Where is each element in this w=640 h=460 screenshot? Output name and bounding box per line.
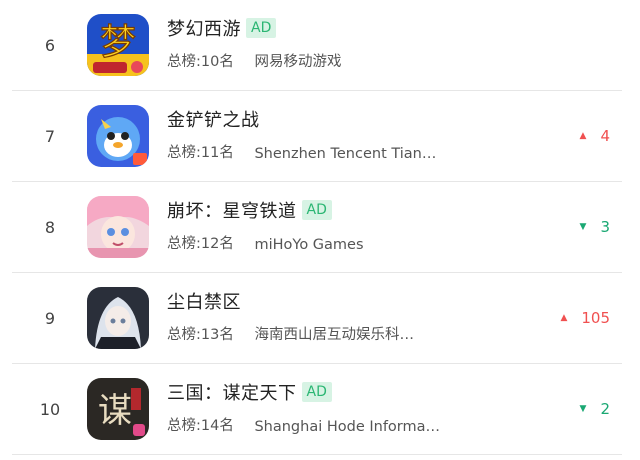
list-item[interactable]: 9 尘白禁区 总榜:13名 海南西山居互动娱乐科… ▲ 105	[12, 273, 622, 364]
rank-change: ▼ 2	[580, 364, 610, 455]
rank-number: 9	[44, 309, 56, 328]
rank-change-value: 3	[600, 218, 610, 236]
rank-change: ▲ 105	[560, 273, 610, 364]
publisher: 海南西山居互动娱乐科…	[254, 327, 414, 343]
list-item[interactable]: 6 梦 梦幻西游 AD 总榜:10名 网易移动游戏	[12, 0, 622, 91]
rank-number: 10	[39, 400, 61, 419]
rank-change-value: 105	[581, 309, 610, 327]
rank-change-value: 4	[600, 127, 610, 145]
chart-rank: 总榜:11名	[167, 145, 234, 161]
list-item[interactable]: 7 金铲铲之战 总榜:11名 Shenzhen Tencent Tian… ▲ …	[12, 91, 622, 182]
svg-text:谋: 谋	[98, 391, 132, 431]
chart-rank: 总榜:10名	[167, 54, 234, 70]
publisher: 网易移动游戏	[254, 54, 342, 70]
menghuan-xiyou-app-icon[interactable]: 梦	[87, 14, 149, 76]
publisher: Shanghai Hode Informa…	[254, 419, 441, 435]
ad-badge: AD	[301, 200, 332, 220]
chart-rank: 总榜:12名	[167, 236, 234, 252]
chart-rank: 总榜:13名	[167, 327, 234, 343]
ad-badge: AD	[246, 18, 277, 38]
ad-badge: AD	[301, 382, 332, 402]
chenbai-jinqu-app-icon[interactable]	[87, 287, 149, 349]
up-arrow-icon: ▲	[560, 313, 568, 323]
rank-number: 7	[44, 127, 56, 146]
rank-change: ▼ 3	[580, 182, 610, 273]
down-arrow-icon: ▼	[579, 222, 587, 232]
publisher: miHoYo Games	[254, 237, 364, 253]
rank-number: 6	[44, 36, 56, 55]
rank-change-value: 2	[600, 400, 610, 418]
ranking-list: 6 梦 梦幻西游 AD 总榜:10名 网易移动游戏 7 金铲铲之战 总榜:11名…	[0, 0, 640, 460]
app-name[interactable]: 尘白禁区	[167, 288, 241, 314]
list-item[interactable]: 10 谋 三国：谋定天下 AD 总榜:14名 Shanghai Hode Inf…	[12, 364, 622, 455]
publisher: Shenzhen Tencent Tian…	[254, 146, 437, 162]
app-name[interactable]: 崩坏：星穹铁道	[167, 197, 297, 223]
app-name[interactable]: 梦幻西游	[167, 15, 241, 41]
divider	[12, 454, 622, 455]
honkai-star-rail-app-icon[interactable]	[87, 196, 149, 258]
list-item[interactable]: 8 崩坏：星穹铁道 AD 总榜:12名 miHoYo Games ▼ 3	[12, 182, 622, 273]
rank-number: 8	[44, 218, 56, 237]
app-name[interactable]: 三国：谋定天下	[167, 379, 297, 405]
chart-rank: 总榜:14名	[167, 418, 234, 434]
svg-text:梦: 梦	[100, 22, 136, 63]
up-arrow-icon: ▲	[579, 131, 587, 141]
sanguo-mouding-app-icon[interactable]: 谋	[87, 378, 149, 440]
rank-change: ▲ 4	[580, 91, 610, 182]
down-arrow-icon: ▼	[579, 404, 587, 414]
app-name[interactable]: 金铲铲之战	[167, 106, 260, 132]
jinchanchan-app-icon[interactable]	[87, 105, 149, 167]
